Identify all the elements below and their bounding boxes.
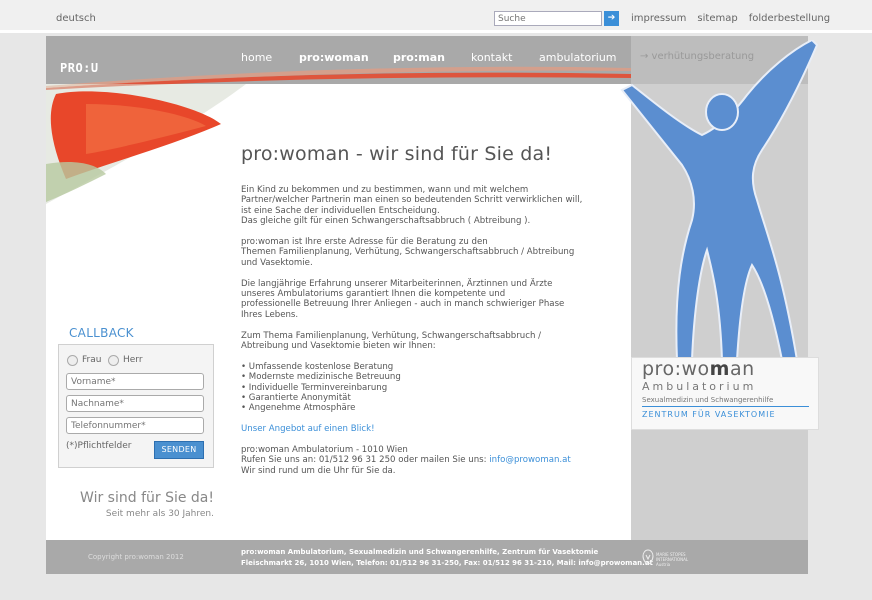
frau-radio[interactable] <box>67 355 78 366</box>
list-item: • Modernste medizinische Betreuung <box>241 372 401 383</box>
firstname-field[interactable] <box>66 373 204 390</box>
copyright: Copyright pro:woman 2012 <box>88 553 184 561</box>
search-button[interactable]: ➔ <box>604 11 619 26</box>
intro-paragraph: Ein Kind zu bekommen und zu bestimmen, w… <box>241 185 583 227</box>
address-paragraph: pro:woman ist Ihre erste Adresse für die… <box>241 237 575 268</box>
required-fields-note: (*)Pflichtfelder <box>66 441 132 451</box>
brand-ambulatorium: Ambulatorium <box>642 380 757 393</box>
slogan: Wir sind für Sie da! <box>80 490 214 506</box>
top-links: impressum sitemap folderbestellung <box>631 13 830 24</box>
list-item: • Individuelle Terminvereinbarung <box>241 382 388 393</box>
flower-graphic <box>46 84 246 204</box>
experience-paragraph: Die langjährige Erfahrung unserer Mitarb… <box>241 278 565 320</box>
main-text: Ein Kind zu bekommen und zu bestimmen, w… <box>241 185 611 487</box>
brand-name: pro:woman <box>642 358 755 380</box>
benefits-list: • Umfassende kostenlose Beratung • Moder… <box>241 362 611 414</box>
sitemap-link[interactable]: sitemap <box>697 13 737 24</box>
arrow-right-icon: ➔ <box>607 13 616 23</box>
offer-link[interactable]: Unser Angebot auf einen Blick! <box>241 424 375 434</box>
folderbestellung-link[interactable]: folderbestellung <box>749 13 830 24</box>
footer-address: pro:woman Ambulatorium, Sexualmedizin un… <box>241 548 653 567</box>
marie-stopes-logo-icon[interactable] <box>642 549 654 565</box>
send-button[interactable]: SENDEN <box>154 441 204 459</box>
impressum-link[interactable]: impressum <box>631 13 686 24</box>
brand-divider <box>642 406 809 407</box>
brand-subtitle: Sexualmedizin und Schwangerenhilfe <box>642 396 774 404</box>
list-item: • Angenehme Atmosphäre <box>241 403 356 414</box>
frau-label: Frau <box>82 355 102 365</box>
lastname-field[interactable] <box>66 395 204 412</box>
herr-radio[interactable] <box>108 355 119 366</box>
phone-field[interactable] <box>66 417 204 434</box>
search-input[interactable] <box>494 11 602 26</box>
contact-paragraph: pro:woman Ambulatorium - 1010 Wien Rufen… <box>241 445 571 476</box>
callback-title: CALLBACK <box>69 326 134 340</box>
list-item: • Umfassende kostenlose Beratung <box>241 361 394 372</box>
list-item: • Garantierte Anonymität <box>241 393 351 404</box>
blue-figure-graphic <box>620 40 819 360</box>
slogan-sub: Seit mehr als 30 Jahren. <box>105 509 214 519</box>
email-link[interactable]: info@prowoman.at <box>489 455 571 465</box>
page-title: pro:woman - wir sind für Sie da! <box>241 143 553 165</box>
language-link[interactable]: deutsch <box>56 13 96 24</box>
partner-logo-text: MARIE STOPES INTERNATIONAL Austria <box>656 552 689 567</box>
herr-label: Herr <box>123 355 143 365</box>
brand-vasektomie: ZENTRUM FÜR VASEKTOMIE <box>642 410 776 419</box>
offer-intro-paragraph: Zum Thema Familienplanung, Verhütung, Sc… <box>241 330 542 352</box>
